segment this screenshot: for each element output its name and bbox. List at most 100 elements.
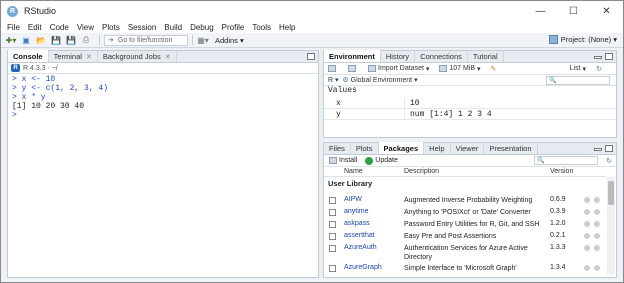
menu-view[interactable]: View — [77, 23, 94, 32]
column-description[interactable]: Description — [404, 168, 439, 175]
load-workspace-icon[interactable] — [328, 65, 338, 72]
remove-package-icon[interactable] — [594, 221, 600, 227]
browse-icon[interactable] — [584, 221, 590, 227]
tab-help[interactable]: Help — [424, 143, 451, 154]
package-link[interactable]: AIPW — [344, 196, 362, 203]
save-icon[interactable]: 💾 — [50, 35, 62, 46]
table-icon — [368, 65, 376, 72]
tab-plots[interactable]: Plots — [351, 143, 379, 154]
close-tab-icon[interactable]: ✕ — [86, 53, 92, 61]
new-file-icon[interactable]: ✚▾ — [5, 35, 17, 46]
install-button[interactable]: Install — [329, 157, 357, 164]
scope-select[interactable]: ⚙ Global Environment ▾ — [342, 76, 417, 84]
print-icon[interactable]: ⎙ — [80, 35, 92, 46]
minimize-pane-icon[interactable] — [594, 56, 602, 59]
maximize-pane-icon[interactable] — [307, 53, 315, 60]
package-row: askpass Password Entry Utilities for R, … — [324, 220, 606, 232]
new-project-icon[interactable]: ▣ — [20, 35, 32, 46]
minimize-button[interactable]: — — [524, 1, 557, 21]
package-checkbox[interactable] — [329, 209, 336, 216]
environment-scope-bar: R ▾ ⚙ Global Environment ▾ 🔍 — [324, 75, 616, 86]
tab-console[interactable]: Console — [8, 50, 49, 62]
menu-build[interactable]: Build — [164, 23, 182, 32]
menu-file[interactable]: File — [7, 23, 20, 32]
tab-terminal[interactable]: Terminal ✕ — [49, 51, 98, 62]
package-link[interactable]: anytime — [344, 208, 369, 215]
save-workspace-icon[interactable] — [348, 65, 358, 72]
menu-tools[interactable]: Tools — [252, 23, 271, 32]
column-name[interactable]: Name — [344, 168, 363, 175]
maximize-pane-icon[interactable] — [605, 53, 613, 60]
package-link[interactable]: assertthat — [344, 232, 375, 239]
console-output[interactable]: > x <- 10 > y <- c(1, 2, 3, 4) > x * y [… — [12, 75, 108, 120]
menu-debug[interactable]: Debug — [190, 23, 214, 32]
menu-profile[interactable]: Profile — [222, 23, 245, 32]
tab-presentation[interactable]: Presentation — [484, 143, 538, 154]
package-checkbox[interactable] — [329, 245, 336, 252]
maximize-pane-icon[interactable] — [605, 145, 613, 152]
package-link[interactable]: AzureGraph — [344, 264, 382, 271]
import-dataset-button[interactable]: Import Dataset ▾ — [368, 65, 429, 73]
browse-icon[interactable] — [584, 265, 590, 271]
update-button[interactable]: Update — [365, 156, 398, 165]
browse-icon[interactable] — [584, 197, 590, 203]
open-file-icon[interactable]: 📂 — [35, 35, 47, 46]
variable-row[interactable]: y num [1:4] 1 2 3 4 — [324, 109, 616, 120]
refresh-icon[interactable]: ↻ — [606, 157, 612, 165]
package-checkbox[interactable] — [329, 197, 336, 204]
packages-search-input[interactable]: 🔍 — [534, 156, 598, 165]
save-all-icon[interactable]: 💾 — [65, 35, 77, 46]
browse-icon[interactable] — [584, 245, 590, 251]
tab-viewer[interactable]: Viewer — [451, 143, 485, 154]
packages-scrollbar[interactable] — [607, 177, 615, 275]
variable-row[interactable]: x 10 — [324, 98, 616, 109]
package-checkbox[interactable] — [329, 265, 336, 272]
environment-search-input[interactable]: 🔍 — [546, 75, 610, 85]
clear-workspace-icon[interactable]: ✎ — [491, 65, 497, 73]
menu-edit[interactable]: Edit — [28, 23, 42, 32]
goto-file-input[interactable]: ➔ Go to file/function — [104, 34, 188, 46]
tab-history[interactable]: History — [381, 51, 416, 62]
console-prompt[interactable]: > — [12, 111, 108, 120]
console-line: > x <- 10 — [12, 75, 56, 84]
close-button[interactable]: ✕ — [590, 1, 623, 21]
menu-code[interactable]: Code — [50, 23, 69, 32]
minimize-pane-icon[interactable] — [594, 148, 602, 151]
addins-menu[interactable]: Addins ▾ — [215, 36, 244, 45]
tab-packages[interactable]: Packages — [378, 142, 425, 154]
rstudio-window: R RStudio — ☐ ✕ File Edit Code View Plot… — [0, 0, 624, 283]
browse-icon[interactable] — [584, 209, 590, 215]
package-checkbox[interactable] — [329, 221, 336, 228]
remove-package-icon[interactable] — [594, 265, 600, 271]
tab-environment[interactable]: Environment — [324, 50, 381, 62]
menu-help[interactable]: Help — [279, 23, 295, 32]
layout-grid-icon[interactable]: ▦▾ — [197, 35, 209, 46]
refresh-icon[interactable]: ↻ — [596, 65, 602, 73]
package-checkbox[interactable] — [329, 233, 336, 240]
scrollbar-thumb[interactable] — [608, 181, 614, 205]
tab-background-jobs[interactable]: Background Jobs ✕ — [98, 51, 177, 62]
close-tab-icon[interactable]: ✕ — [165, 53, 171, 61]
package-row: AzureGraph Simple Interface to 'Microsof… — [324, 264, 606, 276]
package-link[interactable]: AzureAuth — [344, 244, 377, 251]
menu-plots[interactable]: Plots — [102, 23, 120, 32]
tab-connections[interactable]: Connections — [415, 51, 468, 62]
column-version[interactable]: Version — [550, 168, 573, 175]
remove-package-icon[interactable] — [594, 197, 600, 203]
packages-toolbar: Install Update 🔍 ↻ — [324, 155, 616, 167]
tab-tutorial[interactable]: Tutorial — [468, 51, 504, 62]
remove-package-icon[interactable] — [594, 209, 600, 215]
console-pane: Console Terminal ✕ Background Jobs ✕ R R 4… — [7, 50, 319, 278]
list-view-menu[interactable]: List ▾ — [570, 65, 586, 73]
menu-session[interactable]: Session — [128, 23, 156, 32]
language-select[interactable]: R ▾ — [328, 76, 339, 84]
remove-package-icon[interactable] — [594, 233, 600, 239]
memory-usage[interactable]: 107 MiB ▾ — [439, 65, 481, 73]
tab-files[interactable]: Files — [324, 143, 351, 154]
remove-package-icon[interactable] — [594, 245, 600, 251]
package-link[interactable]: askpass — [344, 220, 370, 227]
browse-icon[interactable] — [584, 233, 590, 239]
maximize-button[interactable]: ☐ — [557, 1, 590, 21]
goto-arrow-icon: ➔ — [108, 37, 114, 44]
project-menu[interactable]: Project: (None) ▾ — [548, 35, 617, 44]
